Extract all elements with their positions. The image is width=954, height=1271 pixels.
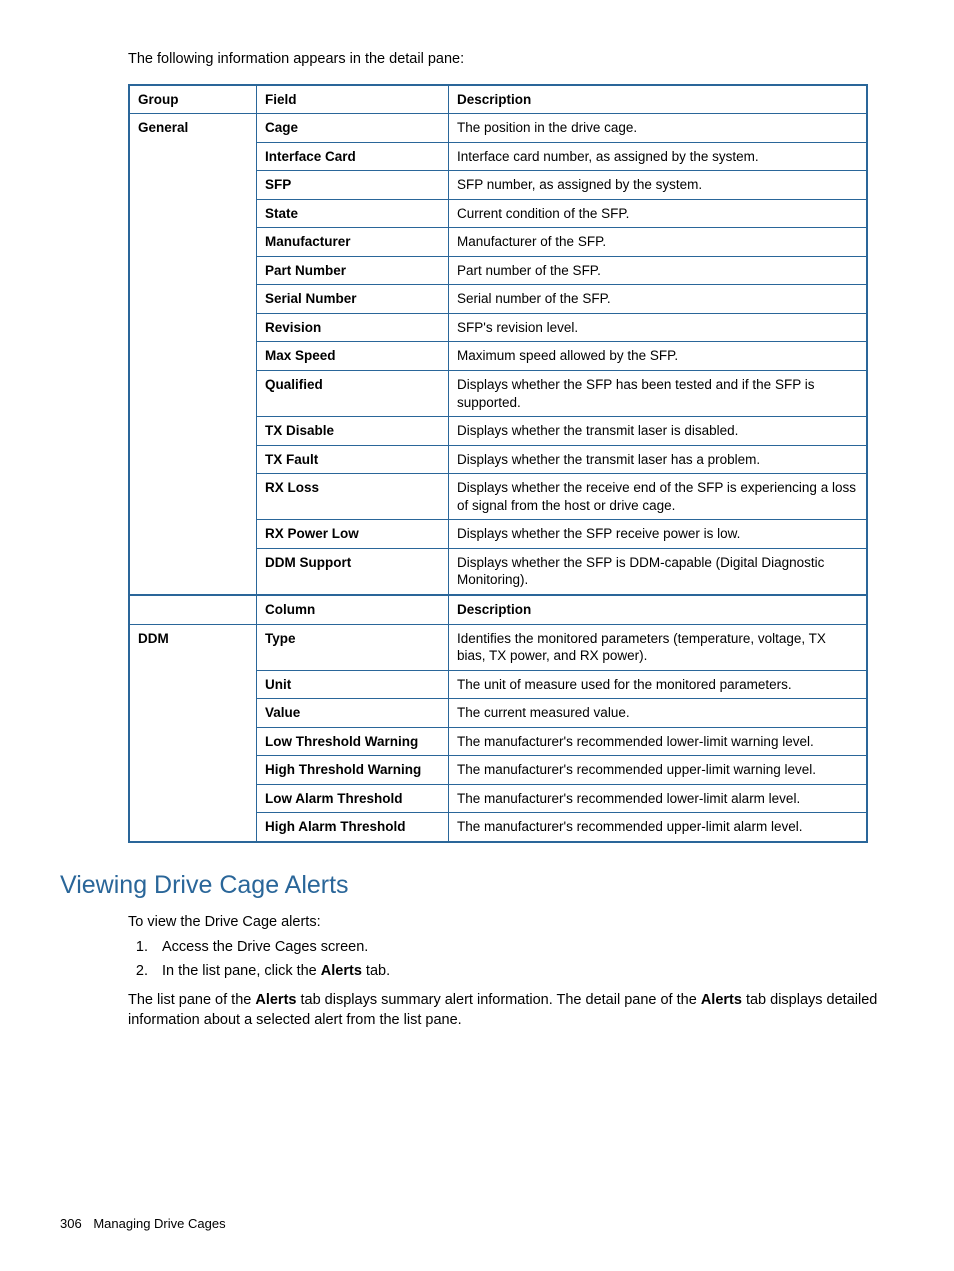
desc-cell: Current condition of the SFP.: [449, 199, 868, 228]
col-header-field: Field: [257, 85, 449, 114]
detail-pane-table: Group Field Description General Cage The…: [128, 84, 868, 843]
page-number: 306: [60, 1216, 82, 1231]
desc-cell: The manufacturer's recommended lower-lim…: [449, 727, 868, 756]
field-cell: Low Threshold Warning: [257, 727, 449, 756]
field-cell: DDM Support: [257, 548, 449, 595]
field-cell: State: [257, 199, 449, 228]
page-footer: 306 Managing Drive Cages: [60, 1215, 226, 1233]
col-header-group: Group: [129, 85, 257, 114]
field-cell: Qualified: [257, 371, 449, 417]
field-cell: High Threshold Warning: [257, 756, 449, 785]
desc-cell: The position in the drive cage.: [449, 114, 868, 143]
field-cell: Manufacturer: [257, 228, 449, 257]
desc-cell: Displays whether the transmit laser is d…: [449, 417, 868, 446]
field-cell: High Alarm Threshold: [257, 813, 449, 842]
field-cell: Cage: [257, 114, 449, 143]
field-cell: Value: [257, 699, 449, 728]
group-cell: General: [129, 114, 257, 595]
paragraph: The list pane of the Alerts tab displays…: [128, 991, 894, 1030]
desc-cell: The manufacturer's recommended upper-lim…: [449, 813, 868, 842]
desc-cell: Serial number of the SFP.: [449, 285, 868, 314]
field-cell: Serial Number: [257, 285, 449, 314]
field-cell: TX Disable: [257, 417, 449, 446]
table-row: General Cage The position in the drive c…: [129, 114, 867, 143]
desc-cell: Manufacturer of the SFP.: [449, 228, 868, 257]
table-header-row: Group Field Description: [129, 85, 867, 114]
field-cell: Part Number: [257, 256, 449, 285]
field-cell: Interface Card: [257, 142, 449, 171]
desc-cell: Interface card number, as assigned by th…: [449, 142, 868, 171]
desc-cell: Part number of the SFP.: [449, 256, 868, 285]
list-item: Access the Drive Cages screen.: [152, 938, 894, 958]
step-text: In the list pane, click the: [162, 963, 321, 979]
para-text: The list pane of the: [128, 992, 255, 1008]
para-text: tab displays summary alert information. …: [296, 992, 700, 1008]
section-heading: Viewing Drive Cage Alerts: [60, 869, 894, 903]
table-row: DDM Type Identifies the monitored parame…: [129, 624, 867, 670]
desc-cell: Displays whether the SFP is DDM-capable …: [449, 548, 868, 595]
desc-cell: The manufacturer's recommended lower-lim…: [449, 784, 868, 813]
desc-cell: The manufacturer's recommended upper-lim…: [449, 756, 868, 785]
col-header-group: [129, 595, 257, 624]
field-cell: RX Loss: [257, 474, 449, 520]
field-cell: Revision: [257, 313, 449, 342]
col-header-desc: Description: [449, 85, 868, 114]
field-cell: Max Speed: [257, 342, 449, 371]
field-cell: TX Fault: [257, 445, 449, 474]
desc-cell: Displays whether the transmit laser has …: [449, 445, 868, 474]
bold-text: Alerts: [321, 963, 362, 979]
step-text: tab.: [362, 963, 390, 979]
desc-cell: Maximum speed allowed by the SFP.: [449, 342, 868, 371]
paragraph: To view the Drive Cage alerts:: [128, 913, 894, 933]
desc-cell: The current measured value.: [449, 699, 868, 728]
desc-cell: Displays whether the SFP has been tested…: [449, 371, 868, 417]
field-cell: SFP: [257, 171, 449, 200]
footer-title: Managing Drive Cages: [93, 1216, 225, 1231]
desc-cell: Displays whether the SFP receive power i…: [449, 520, 868, 549]
table-subheader-row: Column Description: [129, 595, 867, 624]
field-cell: Type: [257, 624, 449, 670]
field-cell: Low Alarm Threshold: [257, 784, 449, 813]
bold-text: Alerts: [255, 992, 296, 1008]
steps-list: Access the Drive Cages screen. In the li…: [152, 938, 894, 981]
group-cell: DDM: [129, 624, 257, 842]
desc-cell: Identifies the monitored parameters (tem…: [449, 624, 868, 670]
field-cell: RX Power Low: [257, 520, 449, 549]
desc-cell: SFP's revision level.: [449, 313, 868, 342]
col-header-field: Column: [257, 595, 449, 624]
desc-cell: The unit of measure used for the monitor…: [449, 670, 868, 699]
field-cell: Unit: [257, 670, 449, 699]
desc-cell: Displays whether the receive end of the …: [449, 474, 868, 520]
desc-cell: SFP number, as assigned by the system.: [449, 171, 868, 200]
col-header-desc: Description: [449, 595, 868, 624]
bold-text: Alerts: [701, 992, 742, 1008]
list-item: In the list pane, click the Alerts tab.: [152, 962, 894, 982]
intro-text: The following information appears in the…: [128, 50, 894, 70]
